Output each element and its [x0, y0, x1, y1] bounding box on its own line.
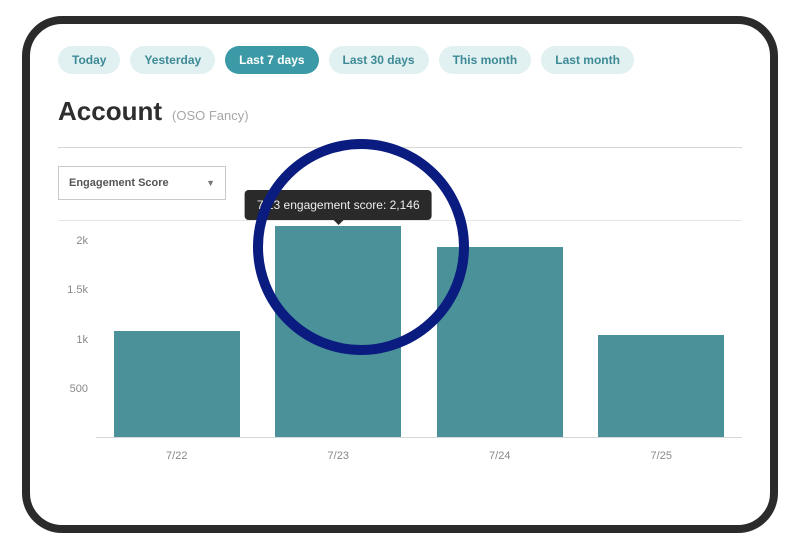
tab-last-7-days[interactable]: Last 7 days	[225, 46, 318, 74]
engagement-chart: 500 1k 1.5k 2k 7/23 engagement score: 2,146…	[58, 220, 742, 470]
tooltip-text: 7/23 engagement score: 2,146	[257, 198, 420, 212]
bar-7-24[interactable]	[437, 247, 563, 437]
page-title: Account	[58, 96, 162, 127]
date-range-tabs: Today Yesterday Last 7 days Last 30 days Thi…	[58, 46, 742, 74]
y-axis: 500 1k 1.5k 2k	[58, 221, 92, 438]
y-tick-label: 500	[70, 383, 88, 395]
tab-today[interactable]: Today	[58, 46, 120, 74]
bar-7-23[interactable]	[275, 226, 401, 437]
page-heading: Account (OSO Fancy)	[58, 96, 742, 127]
x-tick-label: 7/24	[419, 442, 581, 470]
chevron-down-icon: ▼	[206, 178, 215, 188]
y-tick-label: 2k	[76, 235, 88, 247]
x-tick-label: 7/23	[258, 442, 420, 470]
tab-last-30-days[interactable]: Last 30 days	[329, 46, 429, 74]
x-tick-label: 7/25	[581, 442, 743, 470]
y-tick-label: 1k	[76, 334, 88, 346]
chart-tooltip: 7/23 engagement score: 2,146	[245, 190, 432, 220]
dropdown-selected: Engagement Score	[69, 177, 169, 189]
bar-7-25[interactable]	[598, 335, 724, 437]
app-frame: Today Yesterday Last 7 days Last 30 days Thi…	[22, 16, 778, 533]
bar-slot	[419, 221, 581, 437]
tab-this-month[interactable]: This month	[439, 46, 532, 74]
x-axis: 7/227/237/247/25	[96, 442, 742, 470]
content-area: Engagement Score ▼ 500 1k 1.5k 2k 7/23 enga…	[58, 147, 742, 477]
tab-yesterday[interactable]: Yesterday	[130, 46, 215, 74]
bar-slot	[96, 221, 258, 437]
bar-slot	[581, 221, 743, 437]
tab-last-month[interactable]: Last month	[541, 46, 634, 74]
plot-area: 7/23 engagement score: 2,146	[96, 221, 742, 438]
bar-7-22[interactable]	[114, 331, 240, 437]
account-name: (OSO Fancy)	[172, 108, 249, 123]
y-tick-label: 1.5k	[67, 284, 88, 296]
bar-slot	[258, 221, 420, 437]
x-tick-label: 7/22	[96, 442, 258, 470]
metric-dropdown[interactable]: Engagement Score ▼	[58, 166, 226, 200]
